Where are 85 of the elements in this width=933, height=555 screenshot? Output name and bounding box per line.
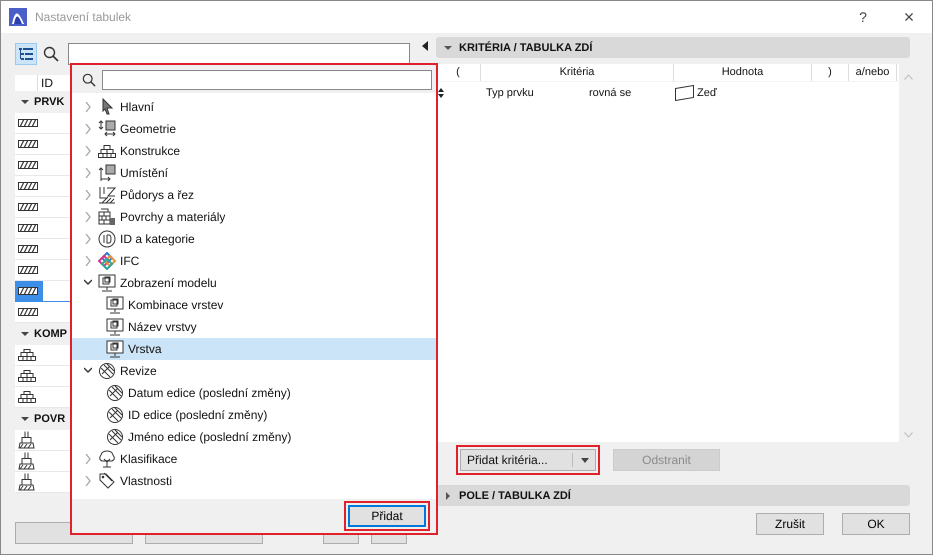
search-field[interactable] (102, 70, 432, 90)
tree-icon (98, 450, 116, 468)
tree-item[interactable]: Vlastnosti (72, 470, 436, 492)
caret-icon[interactable] (21, 330, 29, 338)
close-button[interactable]: × (886, 6, 932, 28)
hatch-icon (18, 266, 38, 274)
table-cell-text: rovná se (589, 87, 632, 99)
surfaces-icon (98, 208, 116, 226)
hatch-icon (18, 203, 38, 211)
tree-item[interactable]: Povrchy a materiály (72, 206, 436, 228)
add-button[interactable]: Přidat (348, 505, 426, 527)
table-cell-text: Typ prvku (486, 87, 535, 99)
column-header: a/nebo (849, 64, 897, 81)
window-title: Nastavení tabulek (35, 10, 132, 24)
search-field[interactable] (68, 43, 410, 65)
collapse-icon[interactable] (422, 41, 428, 51)
monitor-icon (106, 340, 124, 358)
section-title: KRITÉRIA / TABULKA ZDÍ (459, 42, 592, 54)
tree-item[interactable]: Klasifikace (72, 448, 436, 470)
id-icon (98, 230, 116, 248)
placement-icon (98, 164, 116, 182)
monitor-icon (106, 296, 124, 314)
tree-item[interactable]: Hlavní (72, 96, 436, 118)
revision-icon (98, 362, 116, 380)
tree-item[interactable]: ID a kategorie (72, 228, 436, 250)
tree-item[interactable]: Konstrukce (72, 140, 436, 162)
hatch-icon (18, 287, 38, 295)
caret-icon[interactable] (21, 98, 29, 106)
dialog-button[interactable]: Zrušit (756, 513, 824, 535)
hatch-icon (18, 182, 38, 190)
brush-icon (18, 431, 36, 449)
tree-item[interactable]: IFC (72, 250, 436, 272)
dropdown-icon[interactable] (581, 458, 589, 462)
add-criteria-button[interactable]: Přidat kritéria... (460, 449, 596, 471)
hatch-icon (18, 308, 38, 316)
caret-icon[interactable] (21, 415, 29, 423)
tree-item[interactable]: Vrstva (72, 338, 436, 360)
brick-icon (18, 370, 36, 382)
revision-icon (106, 428, 124, 446)
brush-icon (18, 452, 36, 470)
app-icon (9, 8, 27, 26)
wall-icon (675, 85, 694, 101)
brick-icon (18, 349, 36, 361)
tree-view-icon[interactable] (15, 43, 37, 65)
hatch-icon (18, 119, 38, 127)
caret-icon[interactable] (444, 492, 452, 500)
help-button[interactable]: ? (840, 9, 886, 25)
search-icon (43, 46, 59, 62)
section-title: POVR (34, 413, 66, 425)
brick-icon (98, 142, 116, 160)
monitor-icon (98, 274, 116, 292)
geometry-icon (98, 120, 116, 138)
tree-item[interactable]: ID edice (poslední změny) (72, 404, 436, 426)
table-cell: Zeď (697, 87, 717, 99)
column-header: ) (812, 64, 849, 81)
search-icon (82, 73, 96, 87)
tree-item[interactable]: Kombinace vrstev (72, 294, 436, 316)
brick-icon (18, 391, 36, 403)
hatch-icon (18, 161, 38, 169)
revision-icon (106, 384, 124, 402)
hatch-icon (18, 224, 38, 232)
section-title: POLE / TABULKA ZDÍ (459, 490, 571, 502)
revision-icon (106, 406, 124, 424)
tree-item[interactable]: Jméno edice (poslední změny) (72, 426, 436, 448)
dialog-button[interactable]: OK (842, 513, 910, 535)
column-header: ID (40, 76, 53, 90)
column-header: Kritéria (481, 64, 674, 81)
section-title: PRVK (34, 96, 64, 108)
tree-item[interactable]: Geometrie (72, 118, 436, 140)
tag-icon (98, 472, 116, 490)
tree-item[interactable]: Zobrazení modelu (72, 272, 436, 294)
monitor-icon (106, 318, 124, 336)
hatch-icon (18, 245, 38, 253)
tree-item[interactable]: Půdorys a řez (72, 184, 436, 206)
column-header: Hodnota (674, 64, 812, 81)
tree-item[interactable]: Revize (72, 360, 436, 382)
hatch-icon (18, 140, 38, 148)
tree-item[interactable]: Umístění (72, 162, 436, 184)
tree-item[interactable]: Název vrstvy (72, 316, 436, 338)
ifc-icon (98, 252, 116, 270)
section-title: KOMP (34, 328, 67, 340)
tree-item[interactable]: Datum edice (poslední změny) (72, 382, 436, 404)
caret-icon[interactable] (444, 44, 452, 52)
brush-icon (18, 473, 36, 491)
plan-icon (98, 186, 116, 204)
